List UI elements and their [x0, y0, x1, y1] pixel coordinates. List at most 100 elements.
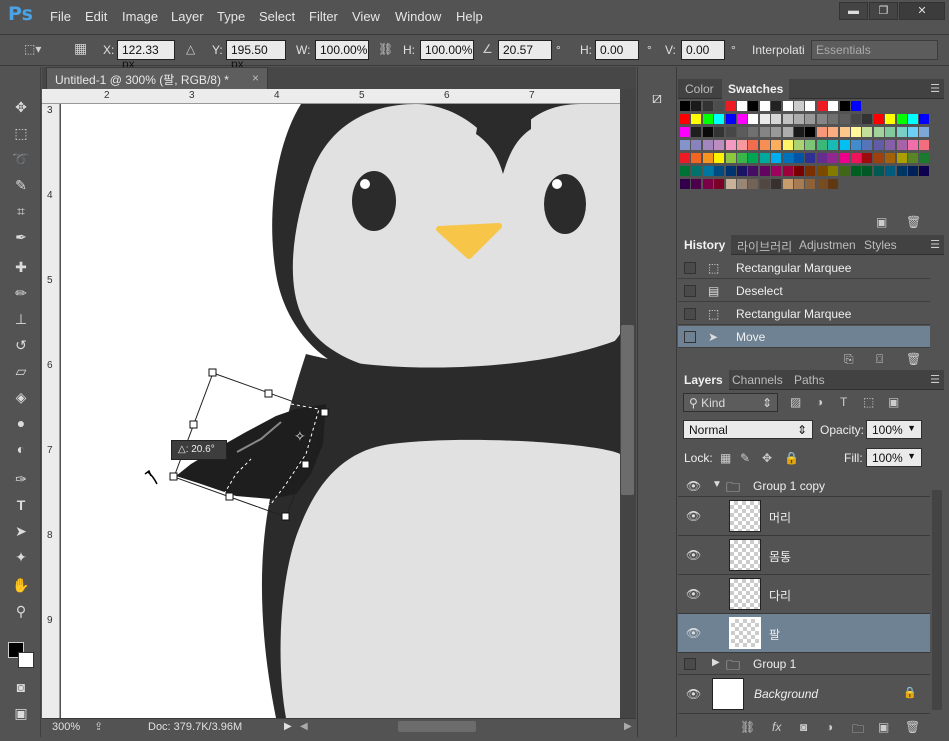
- document-canvas[interactable]: ✧ △: 20.6°: [61, 104, 620, 718]
- layer-row-selected[interactable]: 👁 팔: [678, 614, 930, 653]
- swatch[interactable]: [908, 114, 918, 124]
- swatch[interactable]: [873, 140, 884, 150]
- layer-style-fx-icon[interactable]: fx: [772, 720, 781, 734]
- layer-row-background[interactable]: 👁 Background 🔒: [678, 675, 930, 714]
- lock-position-icon[interactable]: ✥: [762, 451, 772, 465]
- path-selection-tool-icon[interactable]: ➤: [10, 521, 32, 541]
- swatch[interactable]: [851, 101, 861, 111]
- swatch[interactable]: [862, 127, 873, 137]
- swatch[interactable]: [702, 179, 713, 189]
- swatch[interactable]: [748, 153, 759, 163]
- tab-history[interactable]: History: [678, 235, 732, 255]
- swatch[interactable]: [805, 127, 816, 137]
- swatch[interactable]: [771, 127, 782, 137]
- swatch[interactable]: [839, 166, 850, 176]
- lock-transparent-icon[interactable]: ▦: [720, 451, 731, 465]
- swatch[interactable]: [680, 179, 690, 189]
- swatch[interactable]: [725, 101, 736, 111]
- swatch[interactable]: [714, 114, 725, 124]
- dodge-tool-icon[interactable]: ◐: [10, 439, 32, 459]
- close-document-icon[interactable]: ×: [252, 71, 259, 85]
- delete-layer-icon[interactable]: 🗑: [905, 720, 920, 734]
- swatch[interactable]: [885, 153, 896, 163]
- menu-view[interactable]: View: [352, 9, 380, 24]
- swatch[interactable]: [862, 140, 873, 150]
- x-position-field[interactable]: 122.33 px: [117, 40, 175, 71]
- swatch[interactable]: [714, 153, 725, 163]
- swatch[interactable]: [782, 166, 793, 176]
- swatch[interactable]: [851, 153, 861, 163]
- menu-edit[interactable]: Edit: [85, 9, 107, 24]
- swatch[interactable]: [873, 114, 884, 124]
- brush-tool-icon[interactable]: ✏: [10, 283, 32, 303]
- rotation-angle-field[interactable]: 20.57: [498, 40, 552, 60]
- swatch[interactable]: [839, 114, 850, 124]
- crop-tool-icon[interactable]: ⌗: [10, 201, 32, 221]
- workspace-select[interactable]: Essentials: [811, 40, 938, 60]
- swatch[interactable]: [725, 153, 736, 163]
- collapse-arrow-icon[interactable]: ▶: [712, 657, 720, 668]
- healing-brush-tool-icon[interactable]: ✚: [10, 257, 32, 277]
- tab-swatches[interactable]: Swatches: [722, 79, 790, 99]
- swatch[interactable]: [759, 140, 770, 150]
- swatch[interactable]: [771, 179, 782, 189]
- swatch[interactable]: [885, 140, 896, 150]
- move-tool-icon[interactable]: ✥: [10, 97, 32, 117]
- menu-type[interactable]: Type: [217, 9, 245, 24]
- tab-styles[interactable]: Styles: [864, 238, 897, 252]
- vertical-skew-field[interactable]: 0.00: [681, 40, 725, 60]
- swatch[interactable]: [759, 127, 770, 137]
- swatch[interactable]: [851, 114, 861, 124]
- tab-paths[interactable]: Paths: [794, 373, 825, 387]
- swatch[interactable]: [839, 101, 850, 111]
- tab-libraries[interactable]: 라이브러리: [737, 238, 792, 255]
- status-menu-arrow-icon[interactable]: ▶: [284, 721, 292, 732]
- swatch[interactable]: [908, 127, 918, 137]
- tab-layers[interactable]: Layers: [678, 370, 729, 390]
- clone-stamp-tool-icon[interactable]: ⊥: [10, 309, 32, 329]
- swatch[interactable]: [805, 140, 816, 150]
- swatch[interactable]: [771, 140, 782, 150]
- swatch[interactable]: [908, 153, 918, 163]
- tab-channels[interactable]: Channels: [732, 373, 783, 387]
- filter-type-icon[interactable]: T: [840, 395, 847, 409]
- swatch[interactable]: [691, 114, 702, 124]
- swatch[interactable]: [816, 114, 827, 124]
- swatch[interactable]: [794, 166, 804, 176]
- lasso-tool-icon[interactable]: ➰: [10, 149, 32, 169]
- history-snapshot-checkbox[interactable]: [684, 331, 696, 343]
- history-snapshot-checkbox[interactable]: [684, 285, 696, 297]
- swatch[interactable]: [805, 166, 816, 176]
- menu-select[interactable]: Select: [259, 9, 295, 24]
- horizontal-scroll-thumb[interactable]: [398, 721, 476, 732]
- swatch[interactable]: [680, 114, 690, 124]
- swatch[interactable]: [759, 153, 770, 163]
- expand-arrow-icon[interactable]: ▼: [712, 479, 722, 490]
- swatch[interactable]: [737, 140, 747, 150]
- swatch[interactable]: [748, 179, 759, 189]
- swatch[interactable]: [782, 101, 793, 111]
- paint-bucket-tool-icon[interactable]: ◈: [10, 387, 32, 407]
- swatch[interactable]: [896, 153, 907, 163]
- filter-pixel-icon[interactable]: ▨: [790, 395, 801, 409]
- swatch[interactable]: [885, 166, 896, 176]
- blur-tool-icon[interactable]: ●: [10, 413, 32, 433]
- swatch[interactable]: [794, 153, 804, 163]
- swatch[interactable]: [748, 127, 759, 137]
- swatch[interactable]: [782, 114, 793, 124]
- lock-all-icon[interactable]: 🔒: [784, 451, 799, 465]
- history-item[interactable]: ▤ Deselect: [678, 280, 930, 302]
- swatch[interactable]: [759, 179, 770, 189]
- shape-tool-icon[interactable]: ✦: [10, 547, 32, 567]
- screen-mode-icon[interactable]: ▣: [10, 703, 32, 723]
- eyedropper-tool-icon[interactable]: ✒: [10, 227, 32, 247]
- swatch[interactable]: [896, 166, 907, 176]
- panel-menu-icon[interactable]: ☰: [930, 82, 940, 95]
- swatch[interactable]: [851, 127, 861, 137]
- scroll-left-icon[interactable]: ◀: [300, 721, 308, 732]
- swatch[interactable]: [919, 153, 930, 163]
- quick-select-tool-icon[interactable]: ✎: [10, 175, 32, 195]
- swatch[interactable]: [873, 166, 884, 176]
- link-layers-icon[interactable]: ⛓: [740, 720, 755, 734]
- visibility-eye-icon[interactable]: 👁: [686, 687, 701, 701]
